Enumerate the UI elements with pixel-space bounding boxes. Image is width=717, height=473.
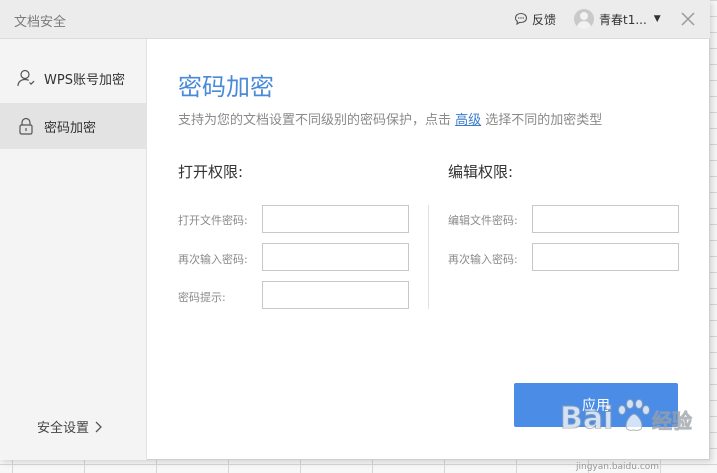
sidebar: WPS账号加密 密码加密 安全设置 [0,39,147,460]
open-password-confirm-label: 再次输入密码: [178,253,248,266]
open-password-confirm-input[interactable] [262,243,409,271]
description-text-after: 选择不同的加密类型 [481,113,603,128]
feedback-label: 反馈 [532,12,557,27]
edit-password-confirm-label: 再次输入密码: [448,253,518,266]
edit-password-input[interactable] [532,205,679,233]
edit-permission-title: 编辑权限: [448,163,514,181]
edit-password-confirm-input[interactable] [532,243,679,271]
section-divider [428,205,429,309]
caret-down-icon: ▼ [653,14,661,24]
password-hint-input[interactable] [262,281,409,309]
chat-bubble-icon [514,12,528,26]
advanced-link[interactable]: 高级 [455,113,481,128]
watermark-url: jingyan.baidu.com [576,462,660,472]
window-title: 文档安全 [14,15,67,30]
user-name: 青春t1... [599,12,647,27]
open-password-label: 打开文件密码: [178,214,248,227]
sidebar-item-password-encryption[interactable]: 密码加密 [0,103,147,149]
title-bar: 文档安全 反馈 青春t1... ▼ [0,0,710,39]
security-settings-link[interactable]: 安全设置 [37,417,102,436]
feedback-button[interactable]: 反馈 [514,9,556,29]
close-icon[interactable] [678,9,698,29]
sidebar-item-label: 密码加密 [44,120,97,136]
lock-icon [19,117,33,135]
open-permission-title: 打开权限: [178,163,244,181]
svg-text:Bai: Bai [560,401,613,436]
sidebar-item-wps-account-encryption[interactable]: WPS账号加密 [0,55,147,101]
chevron-right-icon [95,421,102,432]
user-menu[interactable]: 青春t1... ▼ [574,8,661,30]
edit-password-label: 编辑文件密码: [448,214,518,227]
sidebar-item-label: WPS账号加密 [44,72,125,88]
description: 支持为您的文档设置不同级别的密码保护，点击 高级 选择不同的加密类型 [178,109,602,128]
page-title: 密码加密 [178,73,274,101]
password-hint-label: 密码提示: [178,291,226,304]
security-settings-label: 安全设置 [37,421,90,436]
avatar [574,9,594,29]
baidu-watermark-logo: Bai 经验 [560,399,692,437]
svg-text:经验: 经验 [652,409,692,433]
user-icon [17,69,35,87]
open-password-input[interactable] [262,205,409,233]
description-text-before: 支持为您的文档设置不同级别的密码保护，点击 [178,113,456,128]
